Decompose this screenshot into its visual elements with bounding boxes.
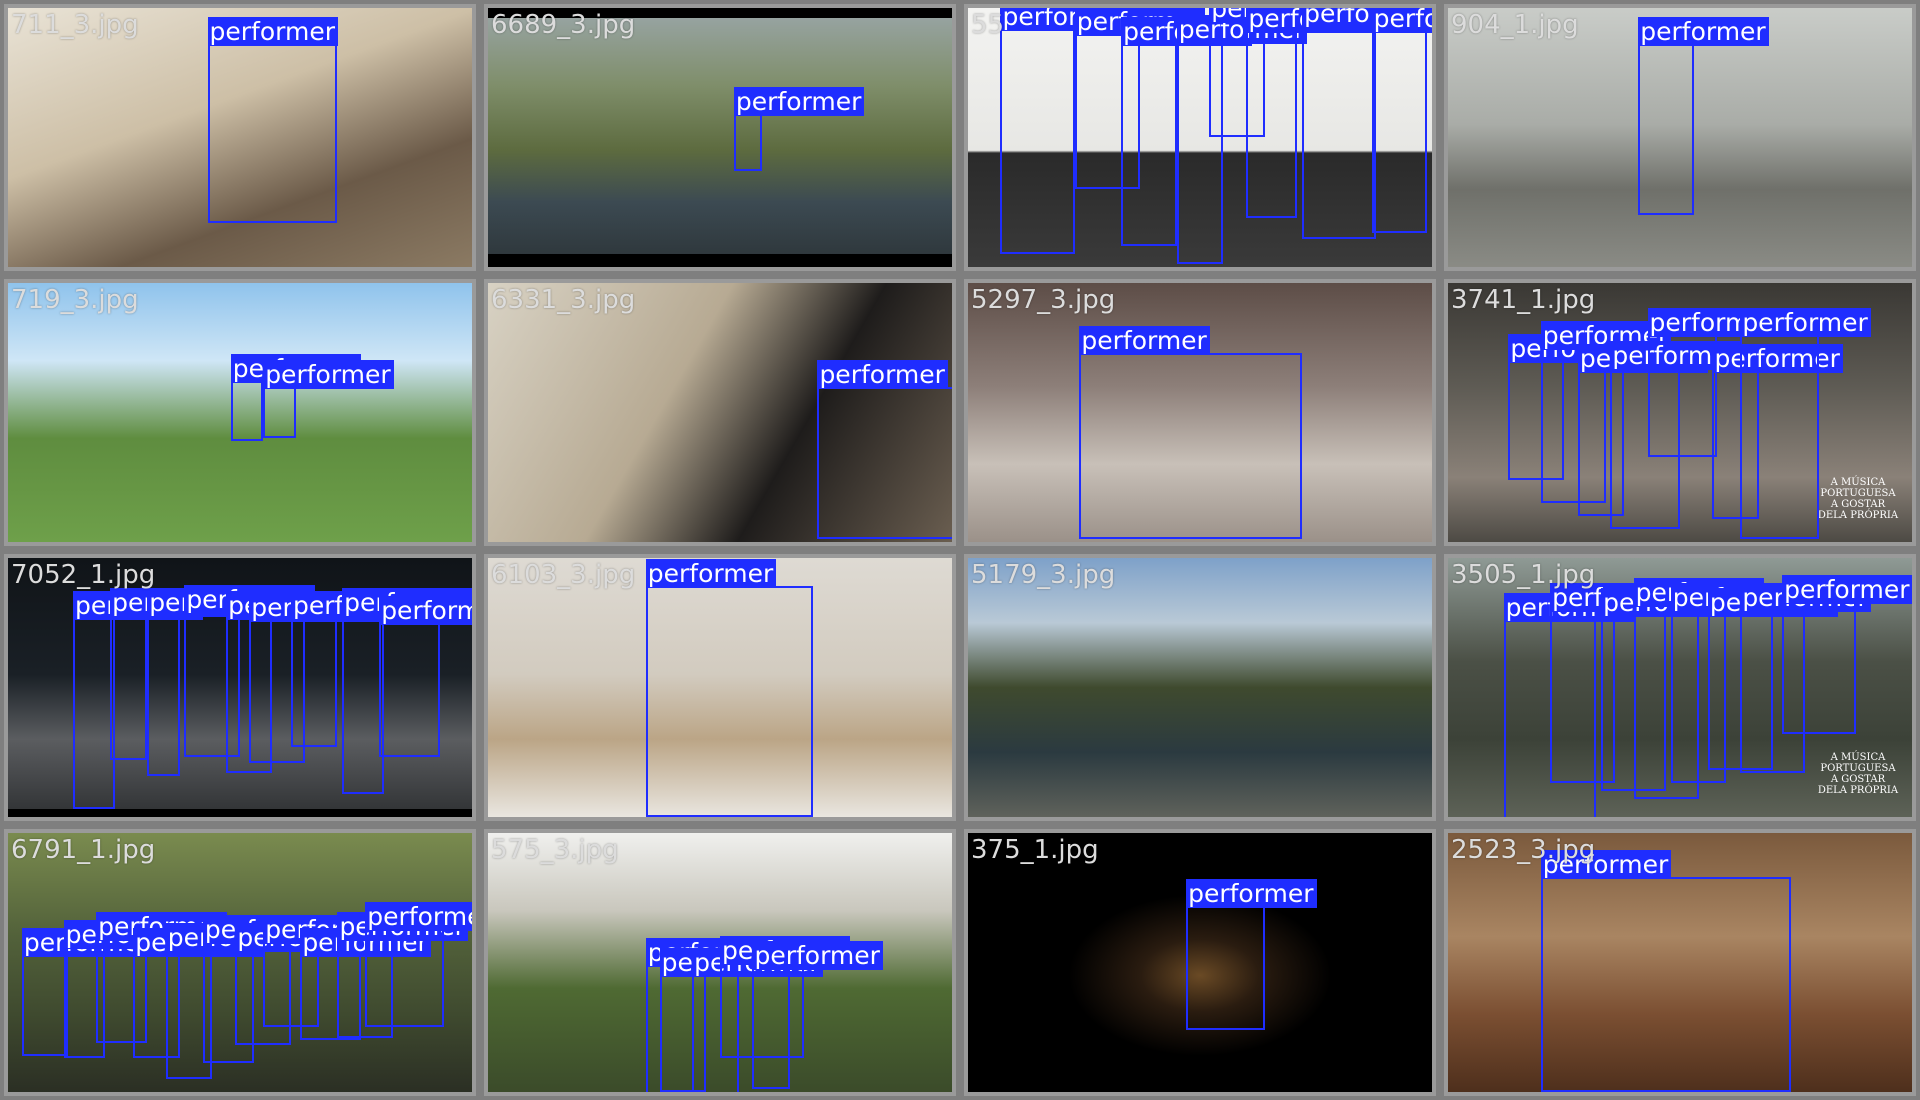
watermark-logo: A MÚSICA PORTUGUESA A GOSTAR DELA PRÓPRIA [1817,477,1899,522]
detection-box: performer [1638,17,1769,216]
detection-box: performer [342,587,472,794]
detection-label: performer [817,359,948,389]
detection-label: performer [1371,8,1432,34]
tile-filename: 55 [971,10,1005,40]
tile-filename: 6331_3.jpg [491,285,636,315]
detection-box: performer [1782,575,1912,735]
detection-label: performer [1638,17,1769,47]
detection-label: performer [1740,307,1871,337]
detection-box: performer [1000,8,1131,255]
detection-box: performer [1121,17,1252,247]
detection-label: performer [645,559,777,589]
detection-box: performer [21,927,153,1056]
detection-box: performer [230,354,362,441]
detection-box: performer [207,17,338,223]
detection-label: performer [733,87,865,117]
detection-box: performer [733,87,865,172]
detection-box: performer [645,559,813,817]
tile-filename: 3741_1.jpg [1451,285,1596,315]
image-tile: 2523_3.jpg performer [1444,829,1916,1096]
detection-box: performer [379,595,472,758]
image-tile: 6331_3.jpg performer [484,279,956,546]
detection-label: performer [207,17,338,47]
detection-box: performer [291,590,422,748]
image-tile: 55performerperformerperformerperformerpe… [964,4,1436,271]
tile-filename: 5179_3.jpg [971,560,1116,590]
image-tile: 5179_3.jpg [964,554,1436,821]
tile-filename: 575_3.jpg [491,835,619,865]
image-tile: 3505_1.jpg A MÚSICA PORTUGUESA A GOSTAR DELA… [1444,554,1916,821]
image-tile: 375_1.jpg performer [964,829,1436,1096]
detection-box: performer [1740,307,1871,540]
tile-filename: 711_3.jpg [11,10,139,40]
detection-box: performer [1647,307,1778,457]
detection-box: performer [1186,878,1317,1030]
detection-label: performer [1782,575,1912,605]
tile-filename: 375_1.jpg [971,835,1099,865]
image-tile: 575_3.jpgperformerperformerperformerperf… [484,829,956,1096]
tile-filename: 2523_3.jpg [1451,835,1596,865]
image-tile: 711_3.jpg performer [4,4,476,271]
tile-filename: 6689_3.jpg [491,10,636,40]
detection-label: performer [379,595,472,625]
tile-filename: 6791_1.jpg [11,835,156,865]
detection-label: performer [365,901,472,931]
tile-filename: 7052_1.jpg [11,560,156,590]
detection-box: performer [365,901,472,1028]
detection-box: performer [110,587,241,760]
image-tile: 5297_3.jpg performer [964,279,1436,546]
watermark-logo: A MÚSICA PORTUGUESA A GOSTAR DELA PRÓPRIA [1817,752,1899,797]
detection-grid: 711_3.jpg performer 6689_3.jpg performer 55 p… [0,0,1920,1100]
detection-box: performer [263,359,394,439]
tile-filename: 3505_1.jpg [1451,560,1596,590]
detection-box: performer [817,359,952,540]
detection-box: performer [1246,8,1377,218]
detection-box: performer [1302,8,1432,239]
tile-filename: 6103_3.jpg [491,560,636,590]
image-tile: 6689_3.jpg performer [484,4,956,271]
detection-box: performer [1079,325,1303,540]
detection-box: performer [1371,8,1432,234]
image-tile: 719_3.jpg performerperformer [4,279,476,546]
letterbox-bar [488,254,952,267]
detection-box: performer [1540,850,1792,1092]
tile-filename: 5297_3.jpg [971,285,1116,315]
detection-box: performer [72,590,204,810]
detection-box: performer [147,587,278,776]
letterbox-bar [8,809,472,817]
image-tile: 6103_3.jpg performer [484,554,956,821]
tile-filename: 719_3.jpg [11,285,139,315]
image-tile: 904_1.jpg performer [1444,4,1916,271]
image-tile: 6791_1.jpgperformerperformerperformerper… [4,829,476,1096]
detection-box: performer [752,940,883,1090]
image-tile: 7052_1.jpgperformerperformerperformerper… [4,554,476,821]
detection-label: performer [1079,325,1210,355]
detection-label: performer [752,940,883,970]
detection-label: performer [263,359,394,389]
detection-label: performer [1186,878,1317,908]
tile-filename: 904_1.jpg [1451,10,1579,40]
image-tile: 3741_1.jpg A MÚSICA PORTUGUESA A GOSTAR DELA… [1444,279,1916,546]
